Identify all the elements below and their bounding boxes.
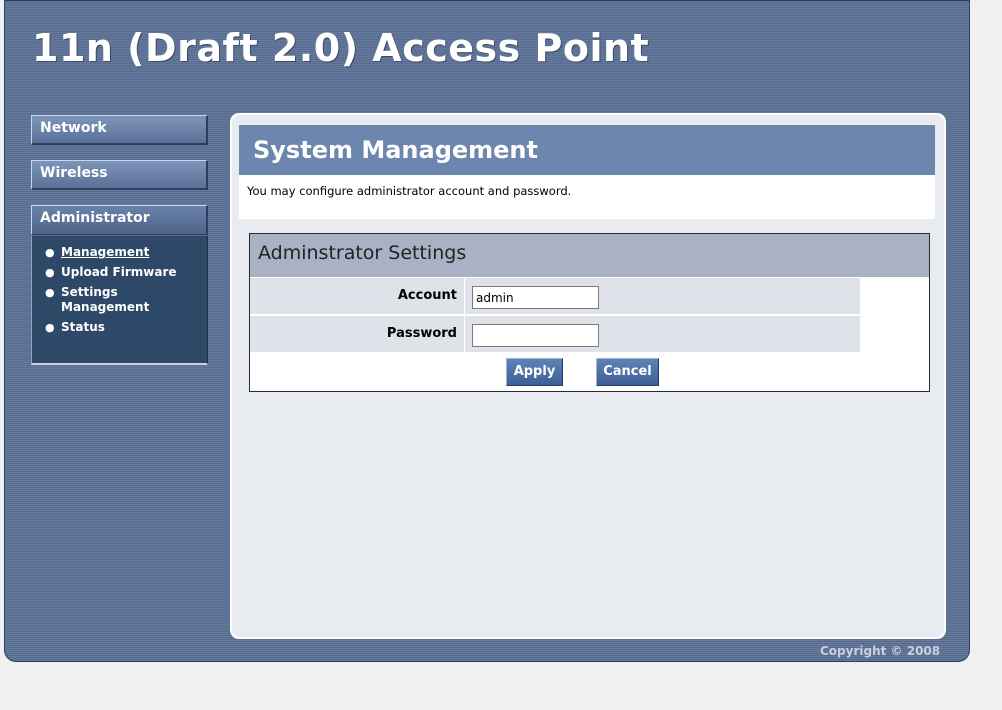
account-input[interactable]	[472, 286, 599, 309]
submenu-label-line1: Settings	[61, 285, 118, 299]
password-input[interactable]	[472, 324, 599, 347]
bullet-icon: ●	[45, 321, 55, 334]
nav-administrator-button[interactable]: Administrator	[31, 205, 208, 235]
submenu-label-line2: Management	[61, 300, 150, 314]
content-panel: System Management You may configure admi…	[230, 113, 946, 639]
bullet-icon: ●	[45, 266, 55, 279]
submenu-item-status[interactable]: ● Status	[32, 320, 207, 335]
password-row: Password	[250, 315, 860, 352]
apply-button[interactable]: Apply	[506, 358, 563, 386]
page-title: System Management	[239, 125, 935, 175]
submenu-item-management[interactable]: ● Management	[32, 245, 207, 260]
bullet-icon: ●	[45, 246, 55, 259]
settings-title: Adminstrator Settings	[250, 234, 929, 277]
submenu-item-upload-firmware[interactable]: ● Upload Firmware	[32, 265, 207, 280]
nav-network-button[interactable]: Network	[31, 115, 208, 145]
administrator-settings-box: Adminstrator Settings Account Password	[249, 233, 930, 392]
password-label: Password	[250, 316, 465, 352]
app-title: 11n (Draft 2.0) Access Point	[32, 26, 650, 70]
account-label: Account	[250, 278, 465, 314]
cancel-button[interactable]: Cancel	[596, 358, 659, 386]
submenu-label: Management	[61, 245, 150, 259]
submenu-item-settings-management[interactable]: ● Settings Management	[32, 285, 207, 315]
submenu-label: Upload Firmware	[61, 265, 177, 279]
administrator-submenu: ● Management ● Upload Firmware ● Setting…	[31, 236, 208, 365]
copyright-text: Copyright © 2008	[820, 644, 941, 658]
bullet-icon: ●	[45, 286, 55, 299]
account-row: Account	[250, 277, 860, 314]
page-description: You may configure administrator account …	[239, 175, 935, 219]
submenu-label: Status	[61, 320, 105, 334]
nav-wireless-button[interactable]: Wireless	[31, 160, 208, 190]
